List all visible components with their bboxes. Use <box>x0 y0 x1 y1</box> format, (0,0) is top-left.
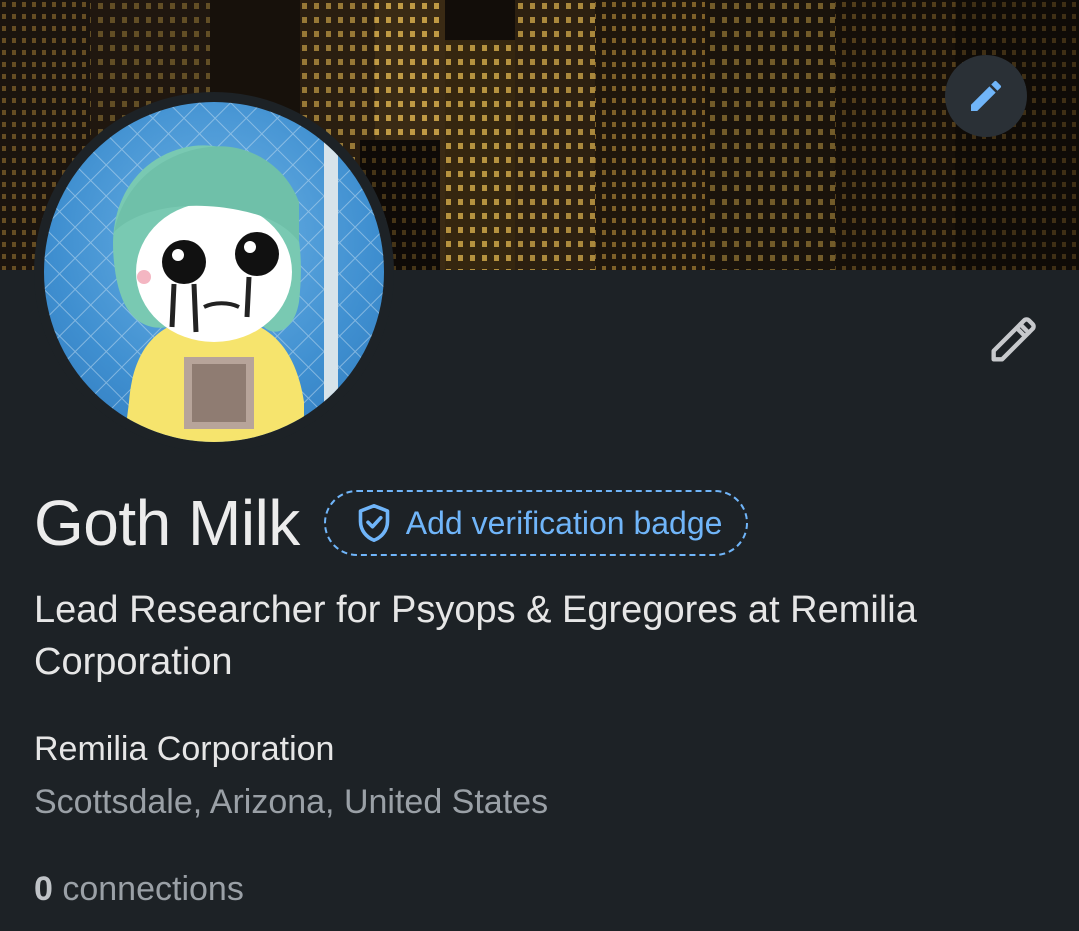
profile-name: Goth Milk <box>34 487 300 559</box>
profile-location: Scottsdale, Arizona, United States <box>34 783 549 821</box>
edit-banner-button[interactable] <box>945 55 1027 137</box>
shield-check-icon <box>356 503 392 543</box>
name-row: Goth Milk Add verification badge <box>34 483 749 563</box>
pencil-outline-icon <box>991 317 1036 362</box>
verification-badge-label: Add verification badge <box>405 504 723 541</box>
avatar-illustration <box>44 102 384 442</box>
avatar <box>44 102 384 442</box>
connections-count: 0 <box>34 870 53 908</box>
connections-label: connections <box>52 870 244 908</box>
profile-headline: Lead Researcher for Psyops & Egregores a… <box>34 589 917 683</box>
add-verification-badge-button[interactable]: Add verification badge <box>323 490 749 556</box>
current-company[interactable]: Remilia Corporation <box>34 730 334 769</box>
edit-profile-button[interactable] <box>978 305 1048 375</box>
pencil-icon <box>971 80 1002 111</box>
avatar-frame[interactable] <box>34 92 394 452</box>
connections-link[interactable]: 0 connections <box>34 870 244 909</box>
